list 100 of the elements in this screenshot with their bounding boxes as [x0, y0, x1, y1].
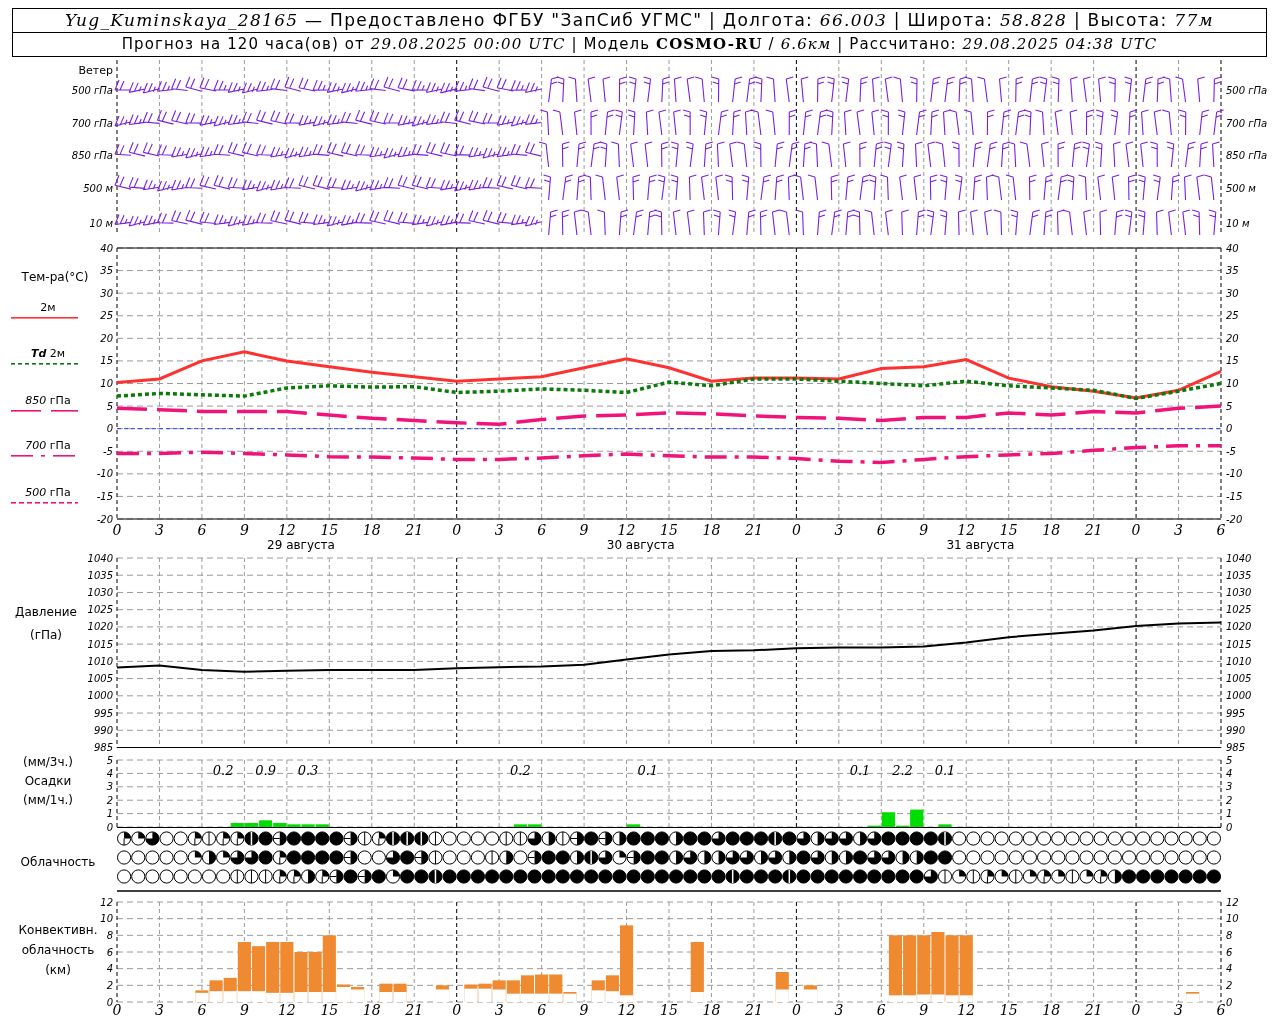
- axis-tick-label: 8: [106, 929, 113, 941]
- precipitation-total-label: 0.3: [297, 763, 319, 778]
- level-label: 500 м: [1226, 183, 1256, 194]
- axis-tick-label: -15: [96, 490, 113, 502]
- axis-tick-label: 12: [957, 522, 976, 538]
- axis-tick-label: 1: [106, 808, 113, 820]
- date-label: 31 августа: [946, 538, 1015, 552]
- temperature-label: Тем-ра(°С): [21, 270, 89, 284]
- axis-tick-label: 990: [1226, 724, 1246, 736]
- axis-tick-label: 1020: [87, 621, 113, 633]
- axis-tick-label: 12: [617, 522, 636, 538]
- axis-tick-label: 3: [834, 1002, 844, 1017]
- axis-tick-label: 15: [999, 522, 1018, 538]
- axis-tick-label: 1015: [1226, 638, 1252, 650]
- axis-tick-label: 9: [239, 1002, 249, 1017]
- axis-tick-label: 3: [494, 522, 504, 538]
- axis-tick-label: 40: [100, 242, 113, 254]
- legend-label: 500 гПа: [25, 486, 71, 499]
- axis-tick-label: 0: [1226, 423, 1233, 435]
- axis-tick-label: 18: [362, 522, 381, 538]
- cloud-cover-label: Облачность: [20, 855, 96, 869]
- axis-tick-label: 6: [876, 522, 886, 538]
- axis-tick-label: 9: [239, 522, 249, 538]
- axis-tick-label: 3: [1174, 1002, 1183, 1017]
- axis-tick-label: -5: [103, 445, 113, 457]
- axis-tick-label: 21: [745, 522, 763, 538]
- precipitation-total-label: 0.1: [849, 763, 871, 778]
- axis-tick-label: 6: [537, 1002, 547, 1017]
- axis-tick-label: 985: [93, 742, 113, 752]
- legend-label: 850 гПа: [25, 394, 71, 407]
- date-label: 30 августа: [606, 538, 675, 552]
- axis-tick-label: 3: [834, 522, 844, 538]
- axis-tick-label: 12: [277, 1002, 296, 1017]
- axis-tick-label: 15: [999, 1002, 1018, 1017]
- axis-tick-label: 12: [617, 1002, 636, 1017]
- axis-tick-label: 1010: [1226, 655, 1252, 667]
- axis-tick-label: 12: [1226, 896, 1239, 908]
- precipitation-total-label: 0.2: [212, 763, 234, 778]
- precipitation-total-label: 0.9: [255, 763, 276, 778]
- precipitation-label: (мм/1ч.): [22, 793, 74, 807]
- axis-tick-label: 1010: [87, 655, 113, 667]
- axis-tick-label: 0: [1226, 821, 1233, 831]
- axis-tick-label: 18: [362, 1002, 381, 1017]
- precipitation-total-label: 0.2: [510, 763, 531, 778]
- pressure-label: (гПа): [30, 628, 62, 642]
- axis-tick-label: 3: [1174, 522, 1183, 538]
- axis-tick-label: 1015: [87, 638, 113, 650]
- level-label: 700 гПа: [71, 118, 113, 129]
- level-label: 850 гПа: [1226, 150, 1268, 161]
- axis-tick-label: 9: [919, 1002, 929, 1017]
- pressure-label: Давление: [15, 605, 77, 619]
- axis-tick-label: 12: [277, 522, 296, 538]
- axis-tick-label: 18: [1042, 1002, 1061, 1017]
- legend-label: Td 2м: [30, 347, 66, 360]
- axis-tick-label: 1030: [87, 586, 113, 598]
- axis-tick-label: 1005: [1226, 673, 1252, 685]
- axis-tick-label: 6: [1216, 1002, 1226, 1017]
- axis-tick-label: 1000: [87, 690, 113, 702]
- level-label: 500 гПа: [71, 85, 113, 96]
- axis-tick-label: 21: [405, 522, 424, 538]
- axis-tick-label: 0: [791, 522, 801, 538]
- axis-tick-label: 1040: [87, 554, 113, 564]
- axis-tick-label: 0: [452, 1002, 462, 1017]
- convective-cloud-label: облачность: [21, 943, 95, 957]
- axis-tick-label: 15: [320, 522, 339, 538]
- axis-tick-label: 5: [106, 754, 113, 766]
- date-label: 29 августа: [267, 538, 335, 552]
- axis-tick-label: 35: [100, 265, 113, 277]
- level-label: 500 гПа: [1226, 85, 1268, 96]
- axis-tick-label: 0: [106, 821, 113, 831]
- axis-tick-label: 985: [1226, 742, 1246, 752]
- axis-tick-label: 5: [1226, 754, 1233, 766]
- axis-tick-label: -15: [1226, 490, 1243, 502]
- axis-tick-label: 990: [93, 724, 113, 736]
- axis-tick-label: 0: [1131, 522, 1141, 538]
- axis-tick-label: 0: [112, 1002, 122, 1017]
- axis-tick-label: 12: [957, 1002, 976, 1017]
- axis-tick-label: 0: [791, 1002, 801, 1017]
- axis-tick-label: 21: [405, 1002, 424, 1017]
- axis-tick-label: 1: [1226, 808, 1233, 820]
- axis-tick-label: 18: [702, 1002, 721, 1017]
- axis-tick-label: 15: [100, 355, 113, 367]
- axis-tick-label: 0: [452, 522, 462, 538]
- axis-tick-label: 1005: [87, 673, 113, 685]
- axis-tick-label: 2: [1226, 794, 1233, 806]
- axis-tick-label: 15: [660, 522, 678, 538]
- level-label: 850 гПа: [71, 150, 113, 161]
- axis-tick-label: 4: [1226, 767, 1233, 779]
- axis-tick-label: 2: [1226, 979, 1233, 991]
- axis-tick-label: 2: [106, 979, 113, 991]
- axis-tick-label: 30: [100, 287, 113, 299]
- axis-tick-label: 6: [1216, 522, 1226, 538]
- axis-tick-label: 10: [100, 913, 113, 925]
- legend-label: 700 гПа: [25, 439, 71, 452]
- axis-tick-label: 8: [1226, 929, 1233, 941]
- axis-tick-label: 6: [197, 522, 207, 538]
- axis-tick-label: 0: [106, 996, 113, 1008]
- axis-tick-label: 10: [1226, 913, 1239, 925]
- axis-tick-label: 15: [320, 1002, 339, 1017]
- axis-tick-label: 3: [155, 522, 164, 538]
